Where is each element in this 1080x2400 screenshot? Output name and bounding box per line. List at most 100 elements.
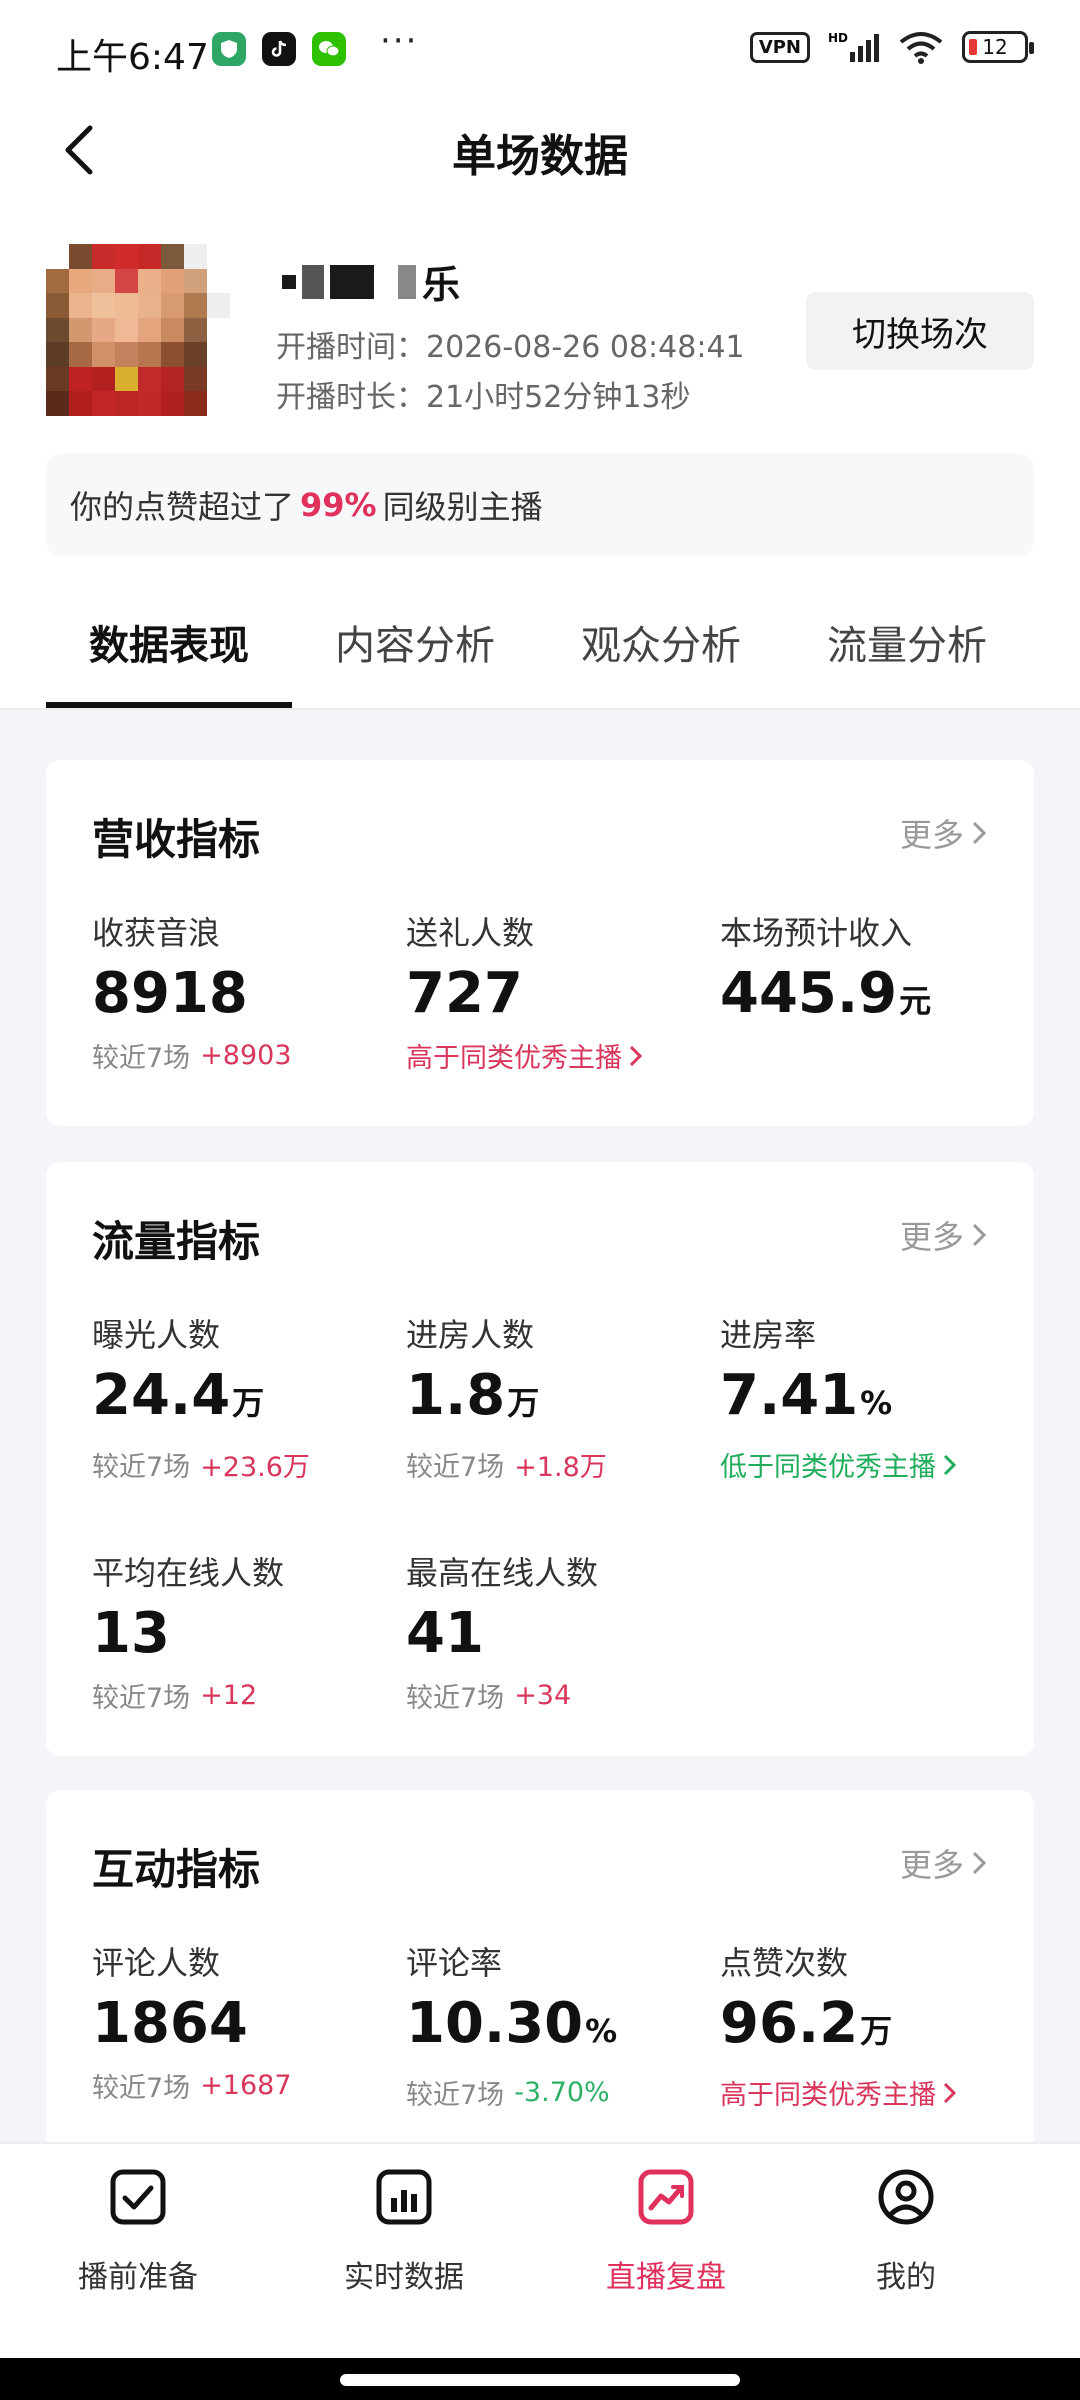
metric-compare: 较近7场 +34 — [406, 1676, 598, 1715]
traffic-title: 流量指标 — [92, 1217, 261, 1266]
metric-value: 1864 — [92, 1992, 292, 2056]
tab-divider — [0, 708, 1080, 710]
avatar[interactable] — [46, 244, 230, 416]
nav-item-realtime[interactable]: 实时数据 — [304, 2168, 504, 2296]
metric-compare: 较近7场 +23.6万 — [92, 1445, 310, 1484]
nav-label: 播前准备 — [78, 2260, 198, 2295]
streamer-name: 乐 — [282, 254, 460, 309]
compare-label: 较近7场 — [92, 2073, 191, 2104]
analysis-tabs: 数据表现 内容分析 观众分析 流量分析 — [0, 574, 1080, 710]
like-rank-banner: 你的点赞超过了 99% 同级别主播 — [46, 454, 1034, 556]
user-icon — [878, 2169, 934, 2225]
metric-label: 进房率 — [720, 1316, 817, 1354]
chevron-right-icon — [972, 821, 987, 845]
metric-label: 曝光人数 — [92, 1316, 221, 1354]
metric-value: 10.30% — [406, 1992, 617, 2063]
wifi-icon — [899, 32, 943, 64]
duration-value: 21小时52分钟13秒 — [426, 380, 691, 415]
metric-value: 13 — [92, 1602, 284, 1666]
metric-compare: 低于同类优秀主播 — [720, 1445, 958, 1484]
bottom-nav: 播前准备 实时数据 直播复盘 我的 — [0, 2142, 1080, 2360]
metric-value: 1.8万 — [406, 1364, 607, 1435]
redacted-block — [380, 264, 392, 299]
like-banner-percent: 99% — [300, 486, 377, 524]
metric-number: 10.30 — [406, 1991, 584, 2056]
traffic-more-link[interactable]: 更多 — [900, 1212, 988, 1258]
metric-comment-rate[interactable]: 评论率 10.30% 较近7场 -3.70% — [406, 1938, 617, 2112]
shield-app-icon — [212, 32, 246, 66]
traffic-card: 流量指标 更多 曝光人数 24.4万 较近7场 +23.6万 进房人数 1.8万… — [46, 1162, 1034, 1756]
metric-label: 收获音浪 — [92, 914, 221, 952]
metric-number: 8918 — [92, 961, 248, 1026]
status-bar: 上午6:47 ··· VPN HD 12 — [0, 0, 1080, 100]
start-time-value: 2026-08-26 08:48:41 — [426, 330, 745, 365]
interaction-card: 互动指标 更多 评论人数 1864 较近7场 +1687 评论率 10.30% … — [46, 1790, 1034, 2190]
metric-compare: 较近7场 +1.8万 — [406, 1445, 607, 1484]
benchmark-link[interactable]: 高于同类优秀主播 — [720, 2073, 958, 2112]
wechat-app-icon — [312, 32, 346, 66]
redacted-block — [330, 264, 374, 299]
compare-delta: +12 — [200, 1680, 258, 1711]
metric-entry-rate[interactable]: 进房率 7.41% 低于同类优秀主播 — [720, 1310, 958, 1484]
benchmark-link[interactable]: 低于同类优秀主播 — [720, 1445, 958, 1484]
metric-estimated-income[interactable]: 本场预计收入 445.9元 — [720, 908, 931, 1033]
nav-label: 实时数据 — [344, 2260, 464, 2295]
vpn-icon: VPN — [749, 31, 810, 63]
tab-content-analysis[interactable]: 内容分析 — [292, 574, 538, 710]
metric-gift-senders[interactable]: 送礼人数 727 高于同类优秀主播 — [406, 908, 644, 1075]
switch-session-button[interactable]: 切换场次 — [806, 292, 1034, 370]
metric-room-entries[interactable]: 进房人数 1.8万 较近7场 +1.8万 — [406, 1310, 607, 1484]
status-app-icons: ··· — [212, 21, 418, 66]
tab-traffic-analysis[interactable]: 流量分析 — [784, 574, 1030, 710]
more-label: 更多 — [899, 1218, 964, 1256]
benchmark-text: 高于同类优秀主播 — [406, 1043, 622, 1074]
interaction-more-link[interactable]: 更多 — [900, 1840, 988, 1886]
compare-delta: +34 — [514, 1680, 572, 1711]
revenue-title: 营收指标 — [92, 815, 261, 864]
battery-icon: 12 — [962, 31, 1034, 63]
metric-label: 送礼人数 — [406, 914, 535, 952]
status-time: 上午6:47 — [56, 37, 209, 78]
svg-text:HD: HD — [828, 31, 848, 45]
metric-label: 点赞次数 — [720, 1944, 849, 1982]
metric-sound-waves[interactable]: 收获音浪 8918 较近7场 +8903 — [92, 908, 292, 1075]
metric-number: 727 — [406, 961, 523, 1026]
metric-number: 1.8 — [406, 1363, 506, 1428]
nav-label: 直播复盘 — [606, 2260, 726, 2295]
metric-value: 727 — [406, 962, 644, 1026]
compare-label: 较近7场 — [92, 1452, 191, 1483]
metric-peak-online[interactable]: 最高在线人数 41 较近7场 +34 — [406, 1548, 598, 1715]
nav-item-review[interactable]: 直播复盘 — [566, 2168, 766, 2296]
interaction-title: 互动指标 — [92, 1845, 261, 1894]
chevron-right-icon — [943, 1454, 957, 1475]
metric-value: 445.9元 — [720, 962, 931, 1033]
metric-likes[interactable]: 点赞次数 96.2万 高于同类优秀主播 — [720, 1938, 958, 2112]
compare-delta: -3.70% — [514, 2077, 610, 2108]
benchmark-link[interactable]: 高于同类优秀主播 — [406, 1036, 644, 1075]
metric-avg-online[interactable]: 平均在线人数 13 较近7场 +12 — [92, 1548, 284, 1715]
compare-label: 较近7场 — [92, 1043, 191, 1074]
metric-unit: 万 — [860, 2012, 893, 2050]
battery-level: 12 — [982, 35, 1008, 59]
metric-commenters[interactable]: 评论人数 1864 较近7场 +1687 — [92, 1938, 292, 2105]
metric-value: 24.4万 — [92, 1364, 310, 1435]
nav-bar: 单场数据 — [0, 100, 1080, 200]
revenue-card: 营收指标 更多 收获音浪 8918 较近7场 +8903 送礼人数 727 高于… — [46, 760, 1034, 1126]
more-notifications-icon: ··· — [380, 21, 419, 61]
metric-label: 评论率 — [406, 1944, 503, 1982]
nav-item-profile[interactable]: 我的 — [806, 2168, 1006, 2296]
metric-number: 96.2 — [720, 1991, 859, 2056]
tab-audience-analysis[interactable]: 观众分析 — [538, 574, 784, 710]
home-indicator[interactable] — [340, 2374, 740, 2386]
duration-row: 开播时长：21小时52分钟13秒 — [276, 372, 691, 416]
revenue-more-link[interactable]: 更多 — [900, 810, 988, 856]
like-banner-prefix: 你的点赞超过了 — [70, 488, 295, 526]
metric-number: 41 — [406, 1601, 484, 1666]
more-label: 更多 — [899, 1846, 964, 1884]
benchmark-text: 高于同类优秀主播 — [720, 2080, 936, 2111]
nav-item-preparation[interactable]: 播前准备 — [38, 2168, 238, 2296]
compare-label: 较近7场 — [406, 1683, 505, 1714]
tab-data-performance[interactable]: 数据表现 — [46, 574, 292, 710]
metric-impressions[interactable]: 曝光人数 24.4万 较近7场 +23.6万 — [92, 1310, 310, 1484]
metric-value: 7.41% — [720, 1364, 958, 1435]
